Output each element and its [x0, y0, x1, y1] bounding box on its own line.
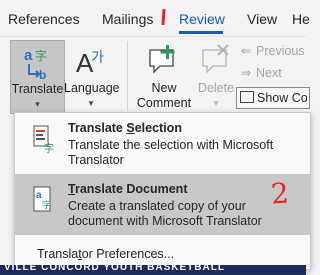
ribbon: a 字 b Translate ▾ A 가 Language ▾ New Com… — [0, 36, 310, 114]
language-button-label: Language — [64, 81, 120, 95]
translate-button[interactable]: a 字 b Translate ▾ — [10, 40, 65, 114]
translate-document-icon: a 字 — [33, 186, 51, 212]
svg-text:가: 가 — [91, 50, 104, 66]
new-comment-button[interactable]: New Comment — [133, 40, 195, 114]
next-comment-icon: ⇒ — [240, 66, 252, 80]
previous-comment-button[interactable]: ⇐ Previous — [238, 42, 305, 60]
tab-view[interactable]: View — [247, 11, 277, 27]
translate-icon: a 字 b — [24, 47, 47, 80]
next-comment-button[interactable]: ⇒ Next — [238, 64, 282, 82]
show-comments-label: Show Co — [257, 91, 308, 105]
document-banner-text: VILLE CONCORD YOUTH BASKETBALL — [4, 265, 225, 273]
previous-comment-label: Previous — [256, 44, 305, 58]
translate-button-label: Translate — [11, 82, 64, 96]
show-comments-button[interactable]: Show Co — [236, 87, 310, 109]
annotation-mark-2: 2 — [269, 176, 290, 211]
delete-comment-button[interactable]: Delete ▾ — [195, 40, 237, 114]
active-tab-indicator — [179, 31, 223, 34]
menu-item-translate-selection[interactable]: 字 Translate Selection Translate the sele… — [15, 113, 310, 168]
language-icon: A 가 — [76, 48, 104, 78]
translate-selection-title: Translate Selection — [68, 121, 182, 135]
menu-item-translator-preferences[interactable]: Translator Preferences... — [37, 247, 174, 261]
previous-comment-icon: ⇐ — [240, 44, 252, 58]
ribbon-tab-bar: References Mailings Review View He — [0, 0, 310, 36]
delete-comment-icon — [202, 44, 229, 74]
tab-references[interactable]: References — [8, 11, 80, 27]
translate-dropdown-menu: 字 Translate Selection Translate the sele… — [14, 112, 311, 270]
next-comment-label: Next — [256, 66, 282, 80]
tab-review[interactable]: Review — [179, 11, 225, 27]
translate-selection-description: Translate the selection with Microsoft T… — [68, 138, 274, 167]
tab-help[interactable]: He — [292, 11, 310, 27]
new-comment-label-line2: Comment — [136, 96, 192, 110]
chevron-down-icon: ▾ — [213, 98, 219, 108]
tab-mailings[interactable]: Mailings — [102, 11, 153, 27]
svg-text:字: 字 — [35, 48, 47, 63]
translate-selection-icon: 字 — [33, 125, 54, 153]
chevron-down-icon: ▾ — [88, 98, 94, 108]
svg-text:a: a — [24, 47, 33, 64]
annotation-mark-1 — [161, 8, 166, 26]
document-banner-strip: VILLE CONCORD YOUTH BASKETBALL — [0, 265, 306, 275]
new-comment-icon — [149, 45, 175, 74]
svg-text:b: b — [39, 68, 46, 80]
delete-comment-label: Delete — [197, 81, 235, 95]
show-comments-icon — [240, 91, 254, 103]
svg-text:字: 字 — [42, 199, 51, 211]
chevron-down-icon: ▾ — [35, 99, 40, 109]
svg-text:a: a — [36, 190, 42, 201]
ribbon-group-separator — [127, 41, 128, 111]
new-comment-label-line1: New — [151, 81, 177, 95]
menu-item-translate-document[interactable]: a 字 Translate Document Create a translat… — [15, 174, 310, 235]
translate-document-description: Create a translated copy of your documen… — [68, 199, 262, 228]
svg-text:字: 字 — [44, 142, 54, 153]
language-button[interactable]: A 가 Language ▾ — [64, 40, 120, 114]
translate-document-title: Translate Document — [68, 182, 188, 196]
